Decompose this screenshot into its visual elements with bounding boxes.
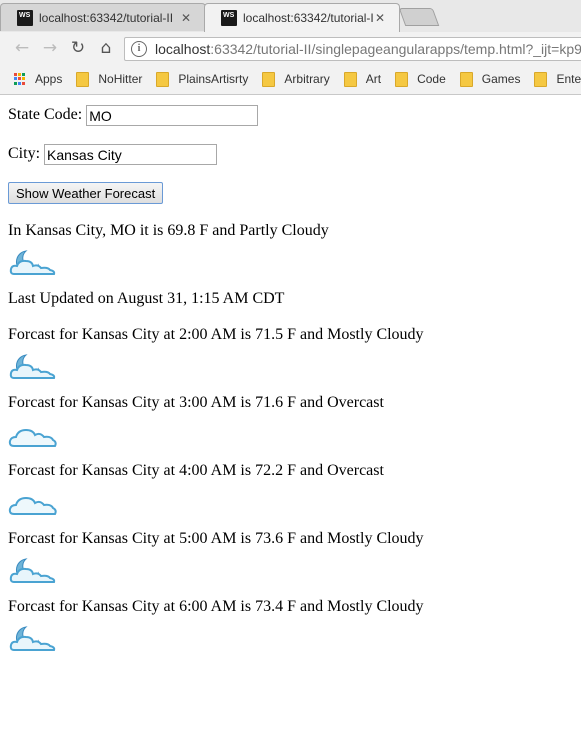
browser-tab[interactable]: WS localhost:63342/tutorial-II ✕ xyxy=(0,3,206,31)
forward-arrow-icon[interactable]: → xyxy=(36,38,64,58)
bookmark-label: Ente xyxy=(556,72,581,86)
folder-icon xyxy=(343,71,357,87)
city-label: City: xyxy=(8,145,41,163)
partly-cloudy-night-icon xyxy=(9,250,56,275)
folder-icon xyxy=(395,71,409,87)
reload-icon[interactable]: ↻ xyxy=(64,38,92,58)
folder-icon xyxy=(156,71,170,87)
tab-title: localhost:63342/tutorial-II xyxy=(39,10,174,25)
back-arrow-icon[interactable]: ← xyxy=(8,38,36,58)
mostly-cloudy-night-icon xyxy=(9,354,56,379)
bookmark-label: Arbitrary xyxy=(284,72,330,86)
overcast-icon xyxy=(8,428,57,447)
city-row: City: xyxy=(8,144,218,165)
bookmark-folder[interactable]: Arbitrary xyxy=(262,71,330,87)
last-updated-text: Last Updated on August 31, 1:15 AM CDT xyxy=(8,290,285,307)
folder-icon xyxy=(262,71,276,87)
forecast-text: Forcast for Kansas City at 6:00 AM is 73… xyxy=(8,598,424,615)
bookmark-label: Apps xyxy=(35,72,63,86)
info-icon[interactable]: i xyxy=(131,41,147,57)
state-code-input[interactable] xyxy=(86,105,259,126)
webstorm-icon: WS xyxy=(17,9,33,26)
bookmark-folder[interactable]: Games xyxy=(459,71,521,87)
close-icon[interactable]: ✕ xyxy=(373,11,387,25)
url-path: :63342/tutorial-II/singlepageangularapps… xyxy=(210,41,581,57)
mostly-cloudy-night-icon xyxy=(9,558,56,583)
show-weather-forecast-button[interactable]: Show Weather Forecast xyxy=(8,182,164,204)
bookmark-folder[interactable]: Code xyxy=(395,71,446,87)
apps-grid-icon xyxy=(14,73,26,85)
address-bar[interactable]: i localhost:63342/tutorial-II/singlepage… xyxy=(124,37,581,61)
tab-title: localhost:63342/tutorial-II xyxy=(243,11,373,25)
bookmarks-bar: Apps NoHitter PlainsArtisrty Arbitrary A… xyxy=(0,64,581,95)
mostly-cloudy-night-icon xyxy=(9,626,56,651)
webstorm-icon: WS xyxy=(221,10,237,26)
new-tab-button[interactable] xyxy=(398,8,440,26)
state-label: State Code: xyxy=(8,106,83,124)
bookmark-label: PlainsArtisrty xyxy=(178,72,249,86)
tab-strip: WS localhost:63342/tutorial-II ✕ WS loca… xyxy=(0,0,581,32)
overcast-icon xyxy=(8,496,57,515)
bookmark-label: Code xyxy=(417,72,446,86)
city-input[interactable] xyxy=(44,144,218,165)
folder-icon xyxy=(459,71,473,87)
bookmark-apps[interactable]: Apps xyxy=(14,72,62,86)
browser-tab-active[interactable]: WS localhost:63342/tutorial-II ✕ xyxy=(204,3,400,32)
current-conditions-text: In Kansas City, MO it is 69.8 F and Part… xyxy=(8,222,329,239)
bookmark-label: Games xyxy=(481,72,521,86)
bookmark-folder[interactable]: Art xyxy=(343,71,382,87)
submit-row: Show Weather Forecast xyxy=(8,182,164,204)
folder-icon xyxy=(534,71,548,87)
forecast-text: Forcast for Kansas City at 2:00 AM is 71… xyxy=(8,326,424,343)
bookmark-folder[interactable]: PlainsArtisrty xyxy=(156,71,249,87)
bookmark-folder[interactable]: NoHitter xyxy=(76,71,143,87)
bookmark-label: Art xyxy=(365,72,382,86)
forecast-text: Forcast for Kansas City at 3:00 AM is 71… xyxy=(8,394,384,411)
home-icon[interactable]: ⌂ xyxy=(92,38,120,58)
forecast-text: Forcast for Kansas City at 4:00 AM is 72… xyxy=(8,462,384,479)
close-icon[interactable]: ✕ xyxy=(179,11,193,25)
state-row: State Code: xyxy=(8,105,259,126)
forecast-text: Forcast for Kansas City at 5:00 AM is 73… xyxy=(8,530,424,547)
folder-icon xyxy=(76,71,90,87)
url-host: localhost xyxy=(155,41,211,57)
bookmark-folder[interactable]: Ente xyxy=(534,71,581,87)
bookmark-label: NoHitter xyxy=(98,72,143,86)
